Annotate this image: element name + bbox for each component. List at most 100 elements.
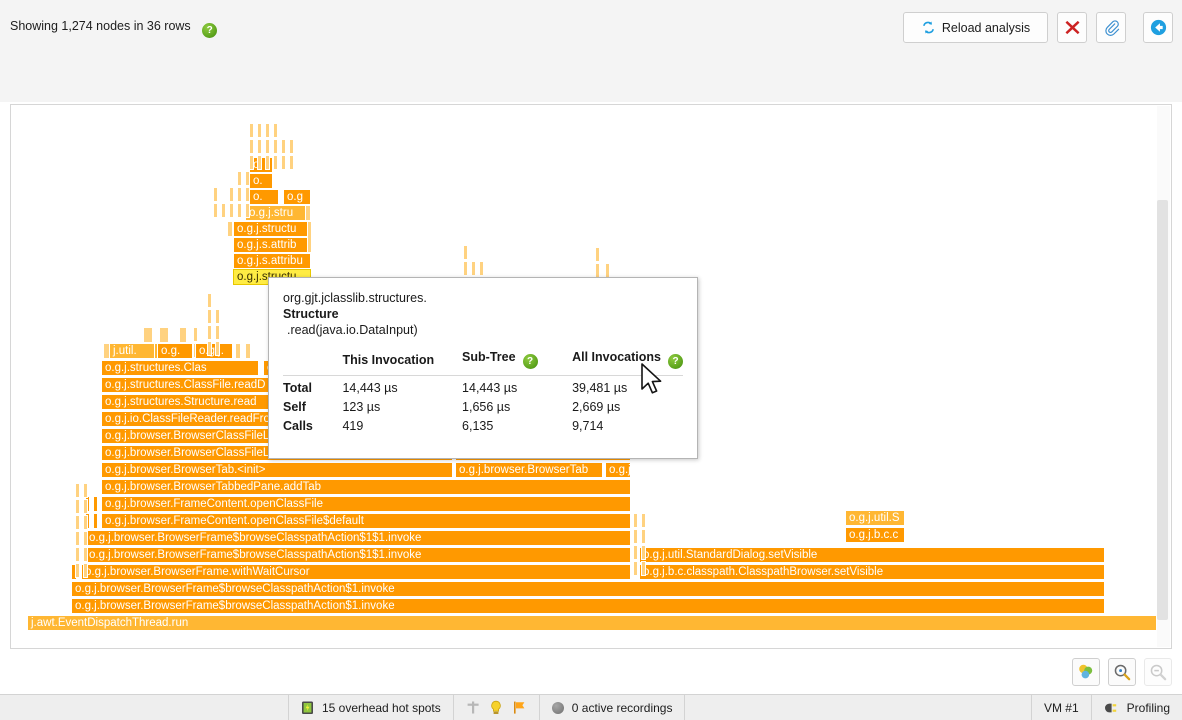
flame-bar[interactable] [75,563,80,578]
flame-bar[interactable]: o.g.j.browser.BrowserFrame$browseClasspa… [71,598,1105,614]
flame-bar[interactable] [237,171,242,186]
vm-cell[interactable]: VM #1 [1030,694,1092,720]
flame-bar[interactable] [265,139,270,154]
flame-bar[interactable]: o.g.j. [195,343,233,359]
flame-bar[interactable] [463,245,468,260]
flame-bar[interactable] [235,343,241,359]
flame-bar[interactable] [245,343,251,359]
flame-bar[interactable]: o.g.j.browser.BrowserFrame$browseClasspa… [85,547,631,563]
flame-bar[interactable]: o.g.j.browser.BrowserFrame$browseClasspa… [85,530,631,546]
flame-bar[interactable] [471,261,476,276]
flame-bar[interactable] [463,261,468,276]
flame-bar[interactable] [641,561,646,576]
flame-bar[interactable] [245,203,250,218]
flame-bar[interactable] [479,261,484,276]
flame-bar[interactable]: o.g.j.structu [233,221,311,237]
flame-bar[interactable] [273,123,278,138]
flame-bar[interactable] [633,529,638,544]
flame-bar[interactable] [605,263,610,278]
overhead-hot-spots-cell[interactable]: 15 overhead hot spots [288,694,454,720]
flame-bar[interactable] [215,309,220,324]
flame-bar[interactable] [245,171,250,186]
flame-bar[interactable] [215,341,220,356]
all-invocations-help-icon[interactable]: ? [668,354,683,369]
flame-bar[interactable] [83,515,88,530]
flame-bar[interactable] [207,309,212,324]
flame-bar[interactable] [159,327,169,343]
flame-bar[interactable] [249,123,254,138]
flame-bar[interactable]: o.g.j.b.c.c [845,527,905,543]
flame-bar[interactable]: o. [249,189,279,205]
flame-bar[interactable]: o.g.j.s.attrib [233,237,311,253]
flame-bar[interactable] [265,123,270,138]
flame-bar[interactable]: o.g.j.browser.BrowserTab.<init> [101,462,453,478]
flame-bar[interactable]: o.g.j.browser.BrowserTabbedPane.addTab [101,479,631,495]
zoom-in-button[interactable] [1108,658,1136,686]
flame-bar[interactable] [633,545,638,560]
flame-bar[interactable]: o.g.j.stru [245,205,311,221]
flame-bar[interactable] [229,203,234,218]
flame-bar[interactable]: o. [249,173,273,189]
flame-bar[interactable] [143,327,153,343]
flame-bar[interactable] [641,545,646,560]
flame-bar[interactable]: o.g.j.structures.Clas [101,360,259,376]
flame-bar[interactable] [595,247,600,262]
flame-bar[interactable] [213,187,218,202]
flame-bar[interactable] [305,205,311,221]
flame-bar[interactable] [237,187,242,202]
flame-bar[interactable] [249,139,254,154]
flame-bar[interactable] [281,155,286,170]
flame-bar[interactable]: o.g.j.s.attribu [233,253,311,269]
graph-vertical-scrollbar-thumb[interactable] [1157,200,1168,620]
flame-bar[interactable] [193,327,198,342]
flame-bar[interactable] [641,513,646,528]
flame-bar[interactable] [245,187,250,202]
flame-bar[interactable]: j.util. [109,343,155,359]
flame-bar[interactable]: o.g.j. [605,462,631,478]
flame-bar[interactable] [207,325,212,340]
flag-icon[interactable] [512,700,527,715]
flame-bar[interactable] [179,327,187,343]
close-button[interactable] [1057,12,1087,43]
graph-vertical-scrollbar-track[interactable] [1157,106,1170,647]
flame-bar[interactable] [93,496,98,512]
flame-bar[interactable]: o.g.j.util.StandardDialog.setVisible [639,547,1105,563]
flame-bar[interactable] [207,293,212,308]
flame-bar[interactable] [207,341,212,356]
flame-bar[interactable]: o.g.j.browser.BrowserFrame.withWaitCurso… [81,564,631,580]
flame-bar[interactable] [75,531,80,546]
flame-bar[interactable]: o.g.j.browser.FrameContent.openClassFile… [101,513,631,529]
flame-bar[interactable] [257,155,262,170]
flame-bar[interactable]: o.g. [157,343,193,359]
flame-bar[interactable] [75,515,80,530]
flame-bar[interactable] [83,531,88,546]
flame-bar[interactable] [249,155,254,170]
flame-bar[interactable] [215,325,220,340]
flame-bar[interactable]: o.g.j.browser.BrowserTab [455,462,603,478]
flame-bar[interactable] [289,155,294,170]
flame-bar[interactable] [83,547,88,562]
flame-bar[interactable] [289,139,294,154]
flame-bar[interactable]: o.g.j.util.S [845,510,905,526]
flame-bar[interactable] [595,263,600,278]
zoom-out-button[interactable] [1144,658,1172,686]
flame-bar[interactable] [633,513,638,528]
attach-button[interactable] [1096,12,1126,43]
sub-tree-help-icon[interactable]: ? [522,354,538,369]
active-recordings-cell[interactable]: 0 active recordings [540,694,686,720]
flame-bar[interactable] [237,203,242,218]
flame-bar[interactable]: o.g.j.browser.BrowserFrame$browseClasspa… [71,581,1105,597]
flame-bar[interactable] [227,221,233,237]
flame-bar[interactable] [75,547,80,562]
add-bookmark-icon[interactable] [466,700,480,715]
graph-colors-button[interactable] [1072,658,1100,686]
flame-bar[interactable] [83,483,88,498]
flame-bar[interactable] [221,203,226,218]
lightbulb-icon[interactable] [489,700,503,716]
flame-bar[interactable] [257,139,262,154]
profiling-cell[interactable]: Profiling [1092,695,1182,720]
help-icon[interactable]: ? [202,23,218,38]
flame-bar[interactable] [641,529,646,544]
flame-bar[interactable]: o.g.j.browser.FrameContent.openClassFile [101,496,631,512]
flame-bar[interactable]: j.awt.EventDispatchThread.run [27,615,1157,631]
